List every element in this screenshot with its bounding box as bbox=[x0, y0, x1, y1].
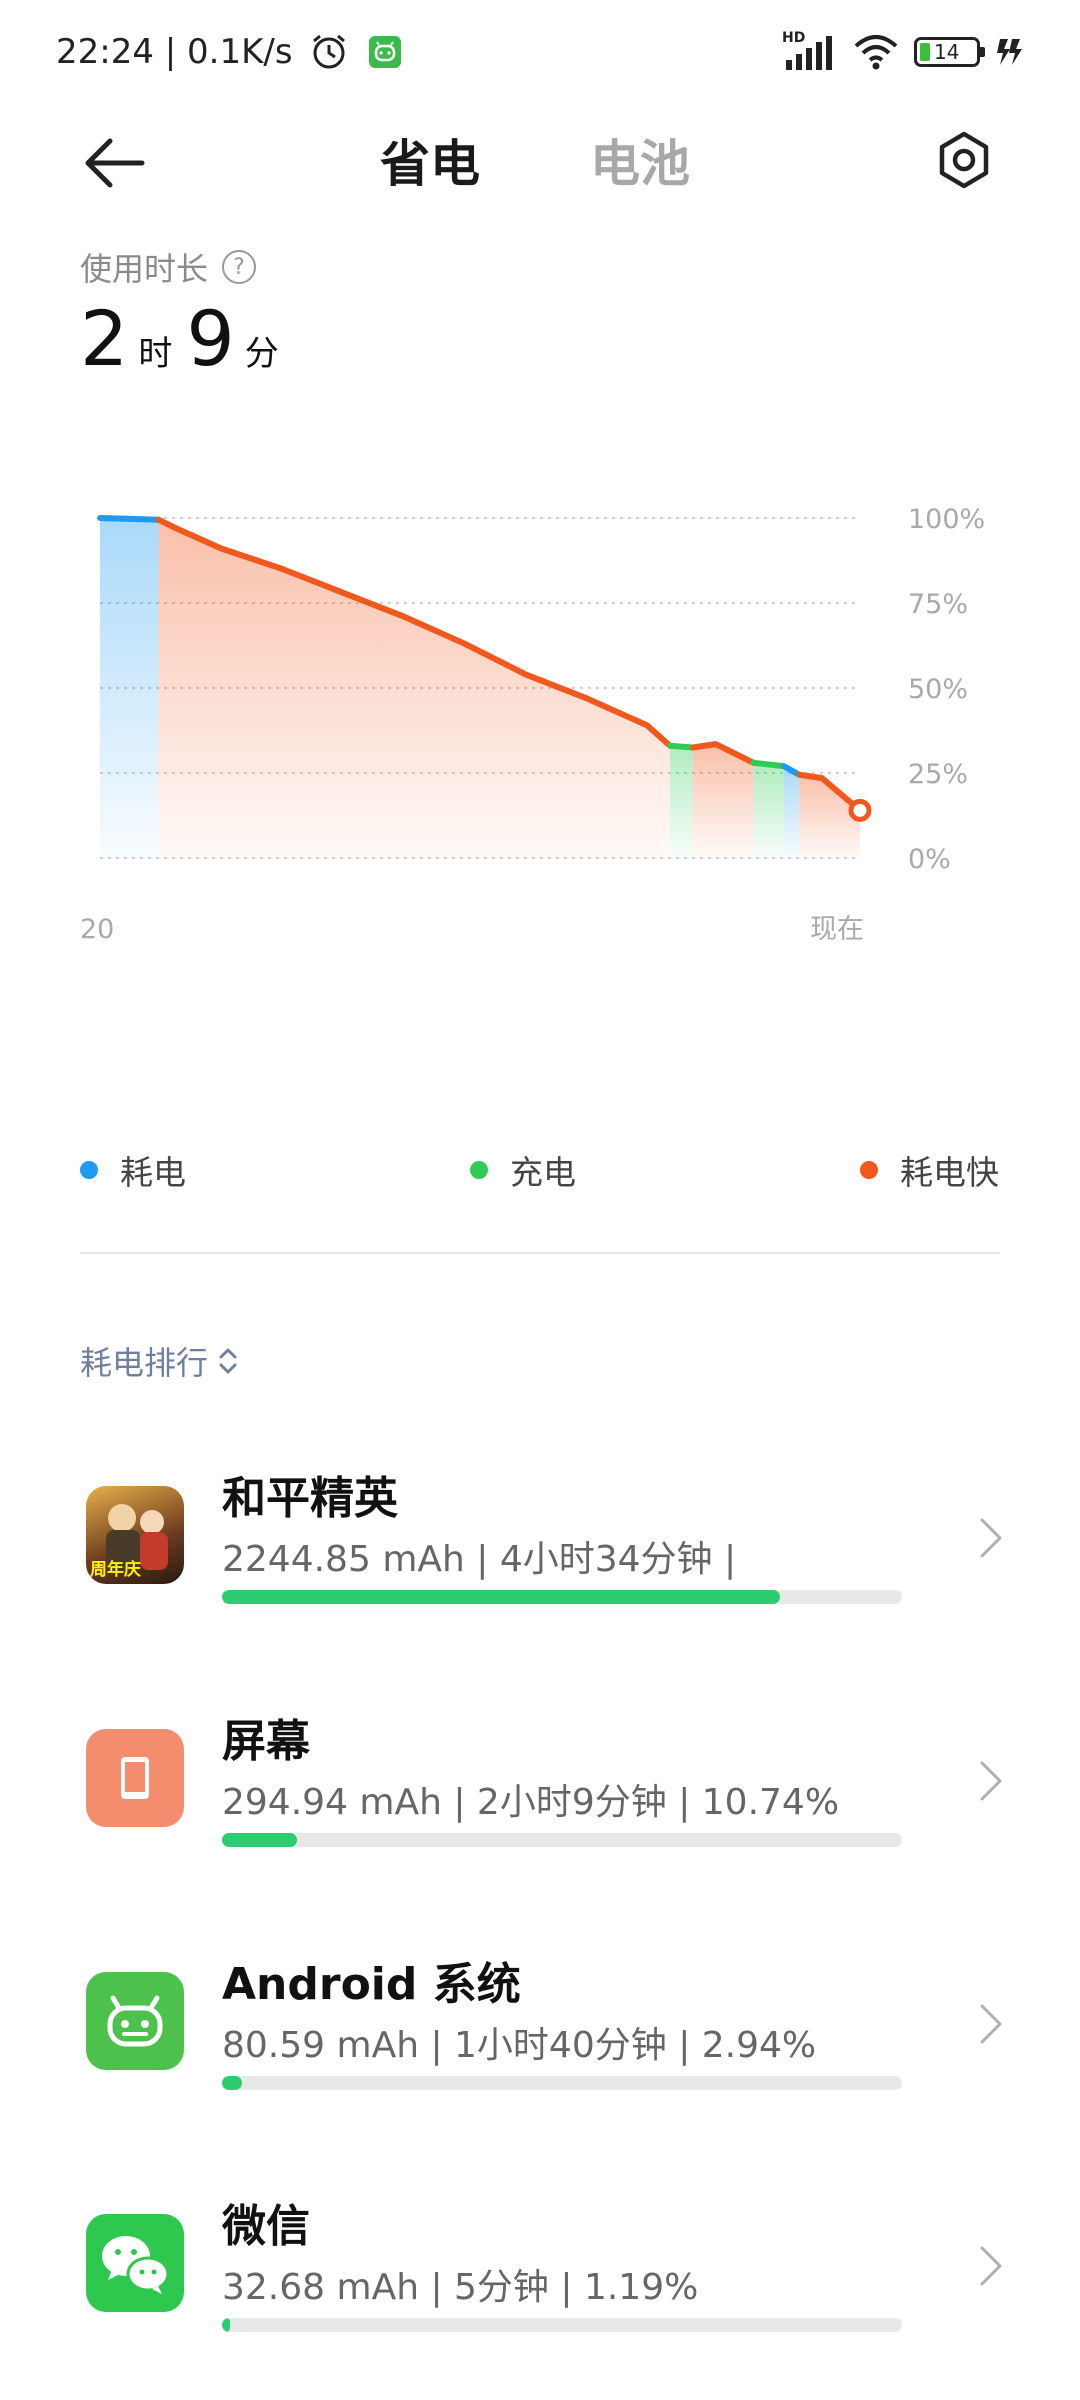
usage-bar-fill bbox=[222, 1833, 297, 1847]
legend-label-drain: 耗电 bbox=[120, 1153, 186, 1192]
usage-duration-label: 使用时长 ? bbox=[80, 244, 257, 290]
app-detail: 80.59 mAh | 1小时40分钟 | 2.94% bbox=[222, 2025, 817, 2066]
y-tick-label: 75% bbox=[908, 589, 968, 620]
series-area bbox=[784, 766, 800, 858]
android-notify-icon bbox=[369, 36, 402, 68]
status-icons: HD 14 bbox=[782, 30, 1024, 74]
legend-dot-drain bbox=[80, 1161, 98, 1179]
chevron-right-icon bbox=[980, 1761, 1002, 1801]
alarm-icon bbox=[313, 34, 346, 69]
usage-bar bbox=[222, 2076, 902, 2090]
current-point-marker bbox=[848, 798, 872, 822]
chevron-right-icon bbox=[980, 2004, 1002, 2044]
x-end-label: 现在 bbox=[810, 914, 864, 945]
y-tick-label: 100% bbox=[908, 504, 985, 535]
legend-dot-charge bbox=[470, 1161, 488, 1179]
ranking-label: 耗电排行 bbox=[80, 1344, 209, 1382]
app-name: 微信 bbox=[222, 2201, 310, 2252]
usage-bar-fill bbox=[222, 2318, 231, 2332]
chevron-right-icon bbox=[980, 1518, 1002, 1558]
app-row-peacekeeper-elite[interactable]: 周年庆 和平精英 2244.85 mAh | 4小时34分钟 | bbox=[0, 1440, 1080, 1640]
series-area bbox=[670, 745, 693, 858]
series-area bbox=[753, 762, 784, 858]
series-area bbox=[100, 518, 159, 858]
android-glyph bbox=[107, 1995, 163, 2047]
legend-item-drain: 耗电 bbox=[80, 1146, 186, 1194]
tab-battery[interactable]: 电池 bbox=[590, 124, 690, 196]
y-tick-label: 0% bbox=[908, 844, 951, 875]
chevron-right-icon bbox=[980, 2246, 1002, 2286]
legend-dot-fast-drain bbox=[860, 1161, 878, 1179]
wifi-icon bbox=[854, 35, 898, 70]
back-arrow-icon[interactable] bbox=[80, 128, 150, 198]
screen-glyph bbox=[121, 1757, 149, 1799]
series-area bbox=[158, 519, 670, 858]
app-name: 屏幕 bbox=[222, 1716, 310, 1767]
help-icon[interactable]: ? bbox=[222, 250, 257, 284]
signal-icon bbox=[786, 36, 832, 70]
app-name: 和平精英 bbox=[222, 1473, 398, 1524]
app-detail: 32.68 mAh | 5分钟 | 1.19% bbox=[222, 2267, 699, 2308]
game-icon-text: 周年庆 bbox=[90, 1560, 141, 1580]
app-name: Android 系统 bbox=[222, 1959, 521, 2010]
legend-item-fast-drain: 耗电快 bbox=[860, 1146, 999, 1194]
app-detail: 294.94 mAh | 2小时9分钟 | 10.74% bbox=[222, 1782, 840, 1823]
x-start-label: 20 bbox=[80, 914, 114, 945]
legend-label-fast-drain: 耗电快 bbox=[900, 1153, 999, 1192]
wechat-glyph bbox=[102, 2236, 170, 2294]
y-tick-label: 50% bbox=[908, 674, 968, 705]
usage-bar bbox=[222, 2318, 902, 2332]
usage-bar-fill bbox=[222, 2076, 243, 2090]
settings-icon[interactable] bbox=[934, 130, 994, 190]
android-icon bbox=[86, 1972, 184, 2070]
battery-chart: 100% 75% 50% 25% 0% 20 现在 bbox=[80, 504, 985, 945]
usage-hours-unit: 时 bbox=[138, 334, 173, 374]
usage-duration-value: 2 时 9 分 bbox=[80, 294, 293, 383]
usage-bar-fill bbox=[222, 1590, 780, 1604]
series-line bbox=[750, 759, 787, 770]
time-text: 22:24 | 0.1K/s bbox=[56, 32, 293, 72]
wechat-icon bbox=[86, 2214, 184, 2312]
screen-icon bbox=[86, 1729, 184, 1827]
usage-bar bbox=[222, 1833, 902, 1847]
ranking-sort-toggle[interactable]: 耗电排行 bbox=[80, 1338, 240, 1384]
battery-tip bbox=[980, 47, 985, 57]
app-row-android-system[interactable]: Android 系统 80.59 mAh | 1小时40分钟 | 2.94% bbox=[0, 1926, 1080, 2126]
signal-group: HD bbox=[782, 30, 838, 74]
usage-hours: 2 bbox=[80, 294, 129, 383]
series-line bbox=[97, 515, 162, 523]
app-detail: 2244.85 mAh | 4小时34分钟 | bbox=[222, 1539, 737, 1580]
usage-bar bbox=[222, 1590, 902, 1604]
app-row-wechat[interactable]: 微信 32.68 mAh | 5分钟 | 1.19% bbox=[0, 2168, 1080, 2368]
tab-power-saving[interactable]: 省电 bbox=[380, 124, 480, 196]
y-tick-label: 25% bbox=[908, 759, 968, 790]
usage-minutes-unit: 分 bbox=[244, 334, 279, 374]
battery-icon: 14 bbox=[914, 37, 985, 67]
series-line bbox=[667, 742, 696, 751]
battery-level: 14 bbox=[934, 40, 960, 64]
legend-label-charge: 充电 bbox=[510, 1153, 576, 1192]
app-row-screen[interactable]: 屏幕 294.94 mAh | 2小时9分钟 | 10.74% bbox=[0, 1683, 1080, 1883]
sort-icon bbox=[219, 1348, 237, 1374]
divider bbox=[80, 1252, 1000, 1254]
game-icon: 周年庆 bbox=[86, 1486, 184, 1584]
charging-icon bbox=[997, 39, 1022, 65]
usage-minutes: 9 bbox=[186, 294, 235, 383]
usage-label-text: 使用时长 bbox=[80, 250, 209, 288]
legend-item-charge: 充电 bbox=[470, 1146, 576, 1194]
status-time: 22:24 | 0.1K/s bbox=[56, 28, 402, 76]
battery-fill bbox=[920, 43, 930, 61]
